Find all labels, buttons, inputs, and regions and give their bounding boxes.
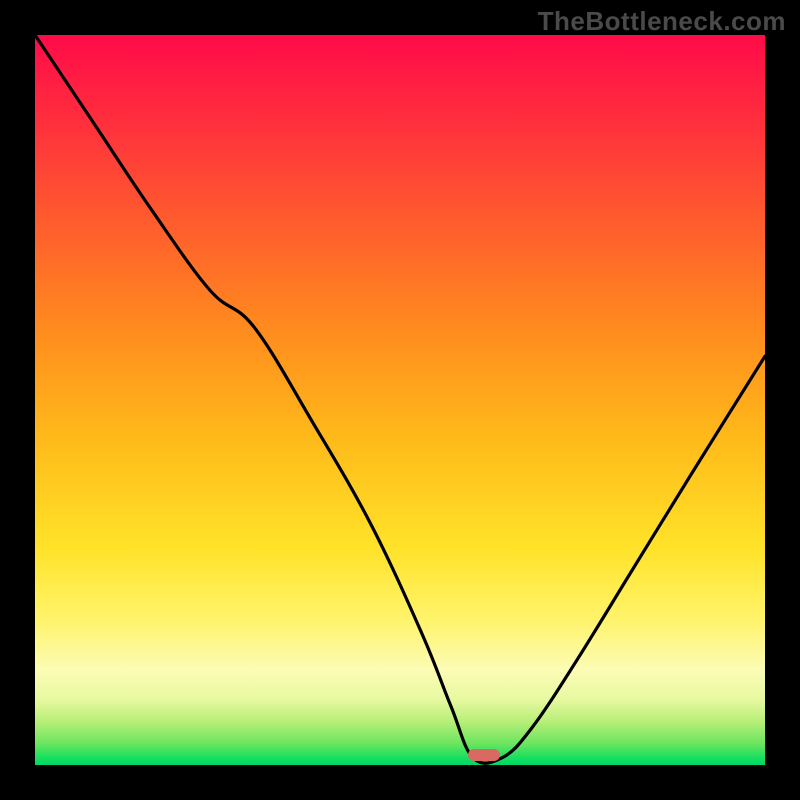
chart-frame: TheBottleneck.com xyxy=(0,0,800,800)
attribution-watermark: TheBottleneck.com xyxy=(538,6,786,37)
optimum-marker xyxy=(468,749,500,761)
plot-area xyxy=(35,35,765,765)
bottleneck-curve xyxy=(35,35,765,765)
